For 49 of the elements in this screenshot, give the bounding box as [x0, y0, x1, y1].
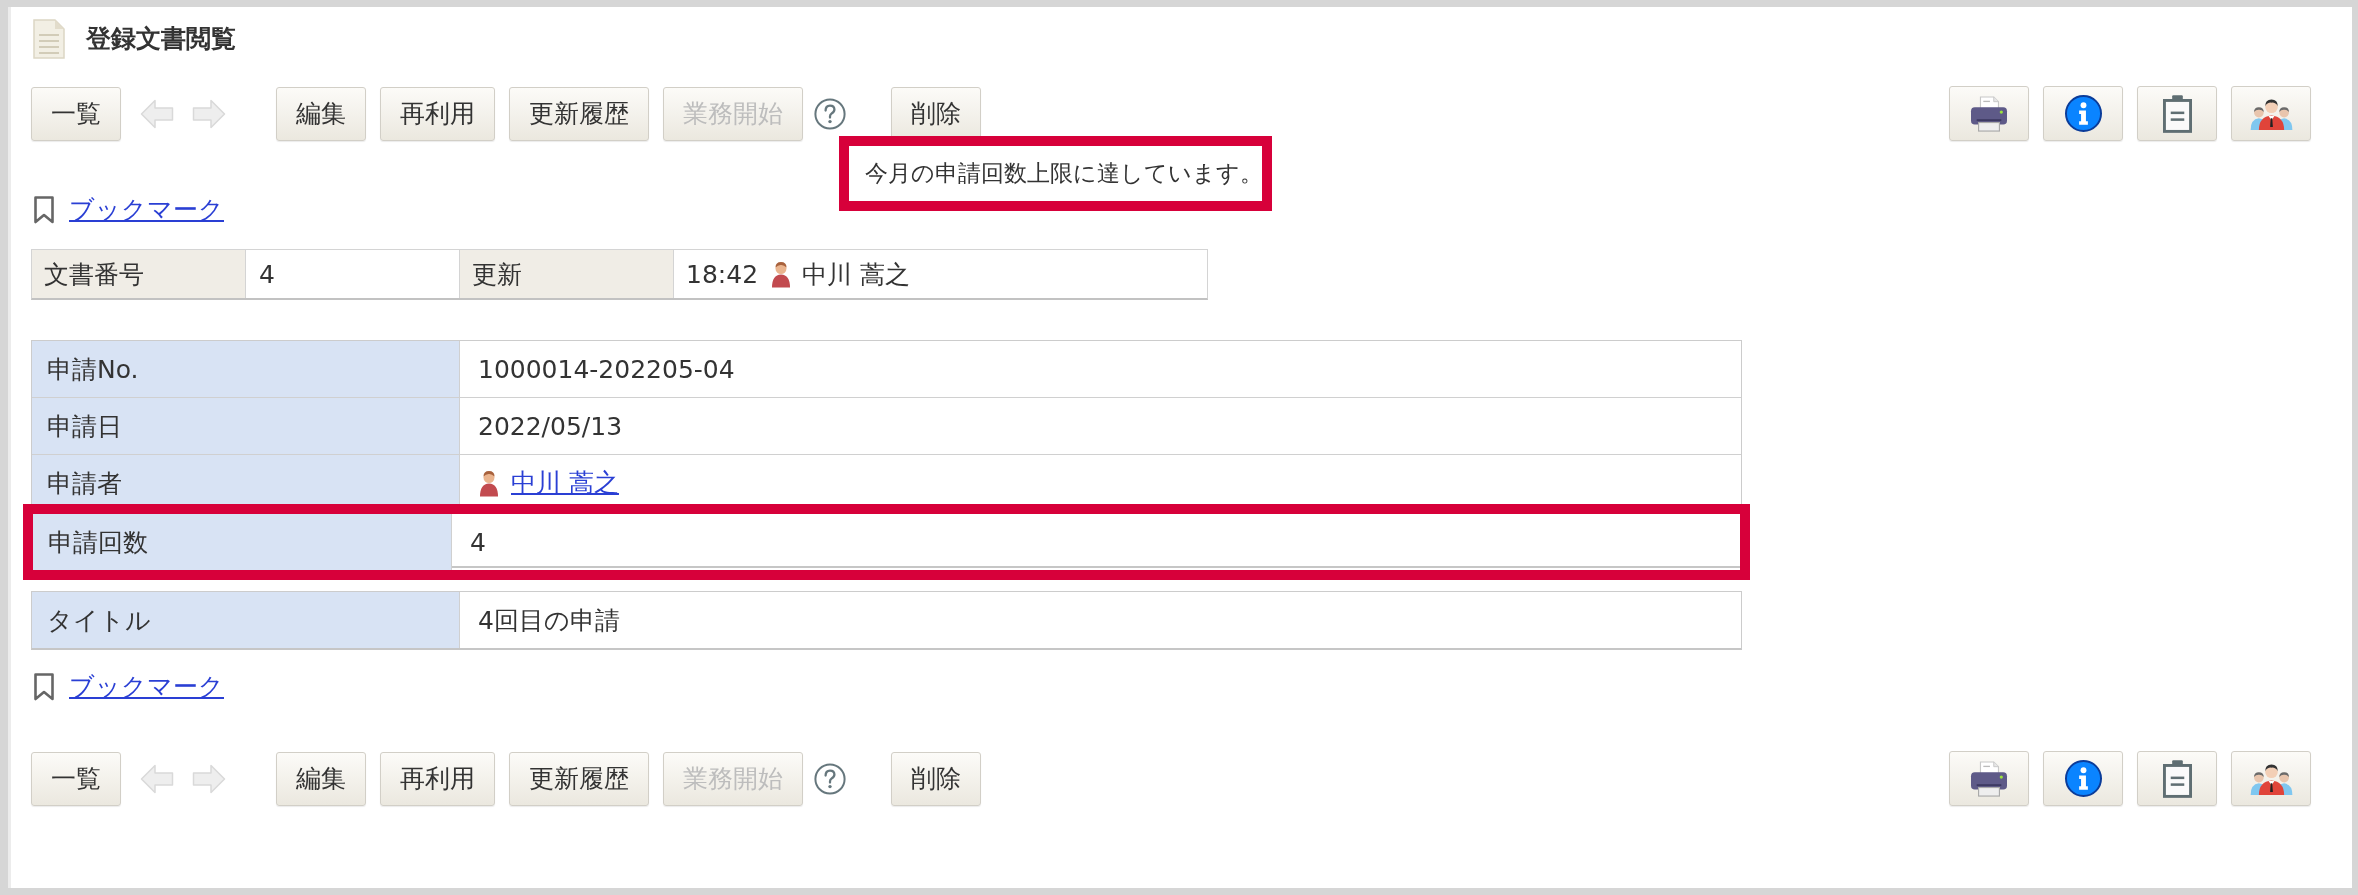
person-icon	[478, 469, 500, 497]
toolbar-button[interactable]: 更新履歴	[509, 751, 649, 806]
time-text: 18:42	[686, 259, 759, 289]
info-button[interactable]	[2043, 86, 2123, 141]
clipboard-icon	[2162, 759, 2192, 798]
value-cell-text: 4	[469, 526, 487, 559]
toolbar-button[interactable]: 再利用	[380, 751, 495, 806]
toolbar-button[interactable]: 編集	[276, 86, 366, 141]
value-cell-text: 2022/05/13	[477, 410, 624, 443]
people-button[interactable]	[2231, 86, 2311, 141]
print-button[interactable]	[1949, 86, 2029, 141]
info-button[interactable]	[2043, 751, 2123, 806]
toolbar-button[interactable]: 再利用	[380, 86, 495, 141]
document-icon	[33, 19, 65, 59]
user-link[interactable]: 中川 蒿之	[511, 468, 619, 498]
toolbar-button[interactable]: 編集	[276, 751, 366, 806]
help-icon[interactable]	[814, 762, 846, 795]
toolbar-button[interactable]: 削除	[891, 751, 981, 806]
people-icon	[2249, 97, 2293, 130]
tooltip: 今月の申請回数上限に達しています。	[839, 135, 1272, 211]
label-cell: 申請No.	[32, 341, 460, 397]
print-button[interactable]	[1949, 751, 2029, 806]
bookmark-link[interactable]: ブックマーク	[69, 672, 224, 702]
label-cell: 文書番号	[32, 250, 246, 298]
person-icon	[770, 260, 793, 288]
info-icon	[2064, 760, 2102, 797]
help-icon[interactable]	[814, 97, 846, 130]
value-cell-text: 1000014-202205-04	[477, 353, 736, 386]
toolbar-button[interactable]: 一覧	[31, 86, 121, 141]
clipboard-button[interactable]	[2137, 751, 2217, 806]
page-title: 登録文書閲覧	[86, 24, 236, 54]
clipboard-icon	[2162, 94, 2192, 133]
user-name: 中川 蒿之	[802, 258, 910, 291]
people-icon	[2249, 762, 2293, 795]
label-cell: 更新	[460, 250, 674, 298]
toolbar-button[interactable]: 一覧	[31, 751, 121, 806]
printer-icon	[1970, 760, 2008, 797]
label-cell: 申請回数	[33, 514, 452, 570]
bookmark-icon	[33, 196, 55, 224]
printer-icon	[1970, 95, 2008, 132]
value-cell-text: 4回目の申請	[477, 604, 621, 637]
clipboard-button[interactable]	[2137, 86, 2217, 141]
toolbar-button[interactable]: 更新履歴	[509, 86, 649, 141]
people-button[interactable]	[2231, 751, 2311, 806]
bookmark-icon	[33, 673, 55, 701]
label-cell: 申請日	[32, 398, 460, 454]
label-cell: タイトル	[32, 592, 460, 648]
bookmark-link[interactable]: ブックマーク	[69, 195, 224, 225]
info-icon	[2064, 95, 2102, 132]
